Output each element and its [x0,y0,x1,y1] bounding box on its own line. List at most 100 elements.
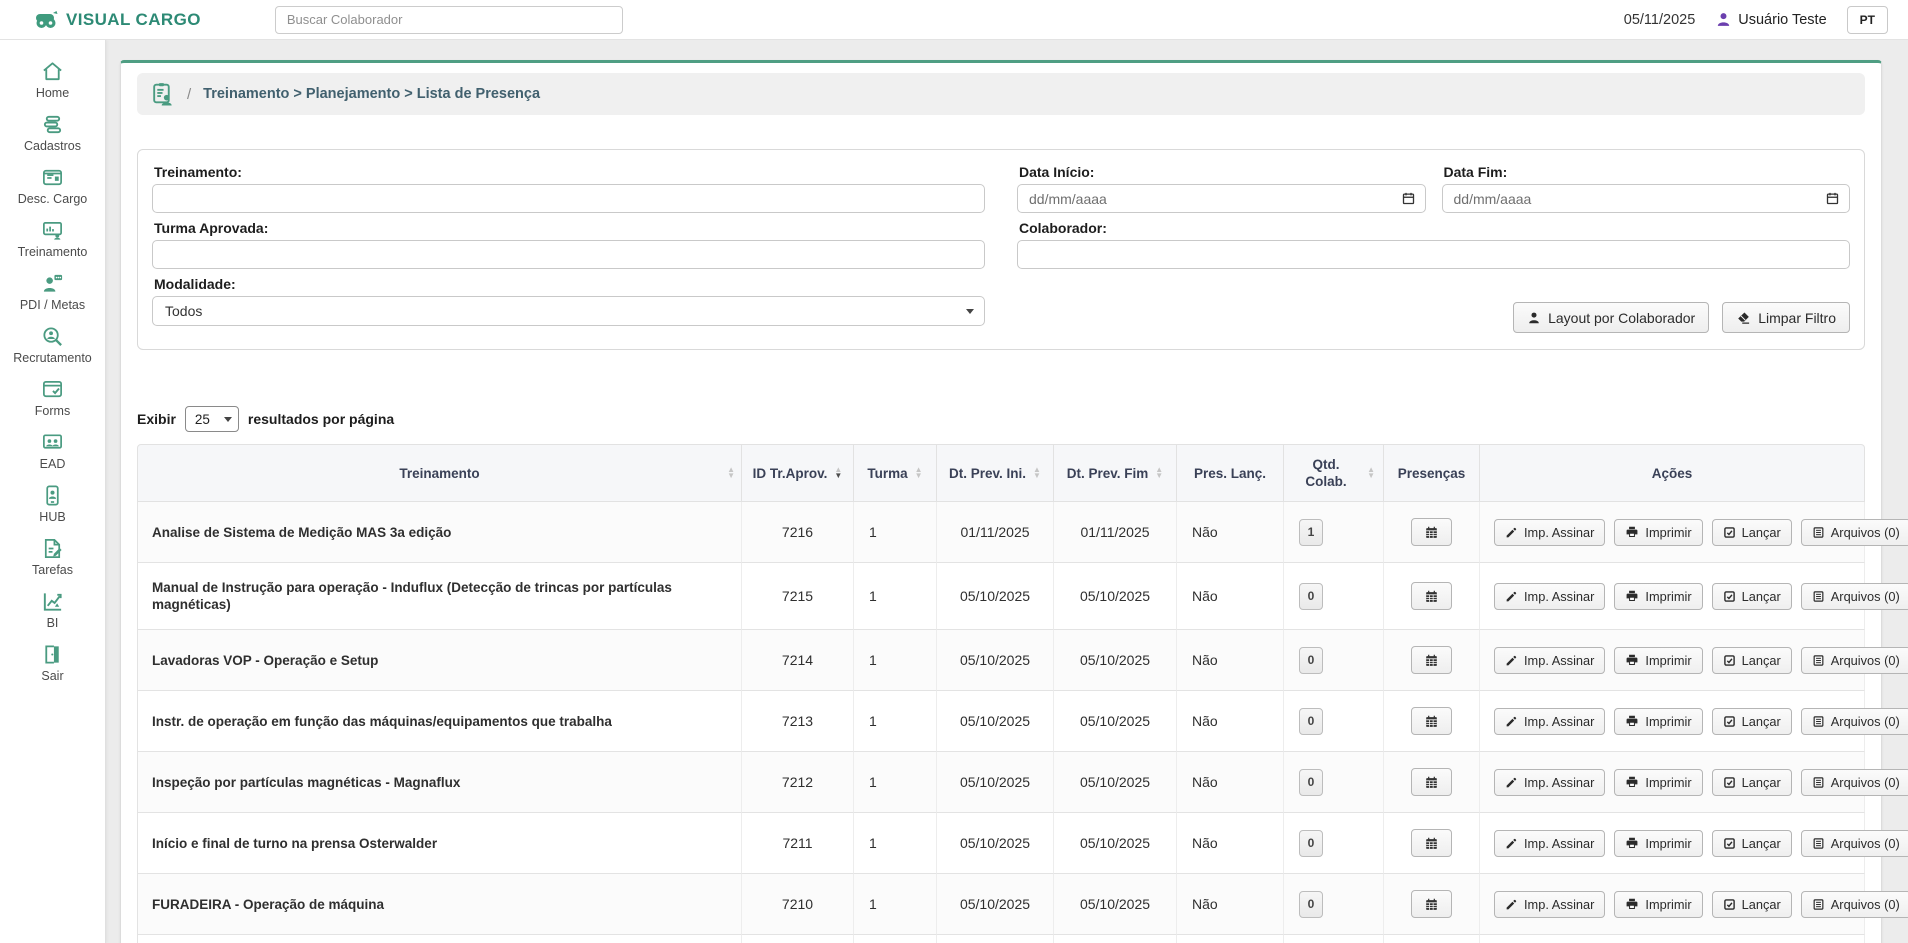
dt-prev-ini-text: 05/10/2025 [960,652,1030,668]
imprimir-button[interactable]: Imprimir [1614,583,1702,610]
lancar-button[interactable]: Lançar [1712,708,1792,735]
sidebar-item-label: BI [47,616,59,630]
imp-assinar-button[interactable]: Imp. Assinar [1494,891,1605,918]
col-header-label: Presenças [1398,465,1466,482]
col-header-id-tr-aprov[interactable]: ID Tr.Aprov.▲▼ [742,444,854,502]
sidebar-item-pdi-metas[interactable]: PDI / Metas [20,272,85,312]
treinamento-input[interactable] [152,184,985,213]
search-input[interactable] [275,6,623,34]
arquivos-button[interactable]: Arquivos (0) [1801,519,1908,546]
imprimir-button-label: Imprimir [1645,653,1691,668]
arquivos-button[interactable]: Arquivos (0) [1801,647,1908,674]
arquivos-button[interactable]: Arquivos (0) [1801,708,1908,735]
breadcrumb-text[interactable]: Treinamento > Planejamento > Lista de Pr… [203,86,540,102]
imp-assinar-button[interactable]: Imp. Assinar [1494,647,1605,674]
imp-assinar-button[interactable]: Imp. Assinar [1494,769,1605,796]
turma-aprovada-input[interactable] [152,240,985,269]
qtd-colab-badge[interactable]: 0 [1299,583,1323,610]
lancar-button[interactable]: Lançar [1712,891,1792,918]
qtd-colab-badge[interactable]: 1 [1299,519,1323,546]
lancar-button[interactable]: Lançar [1712,769,1792,796]
presencas-calendar-button[interactable] [1411,707,1452,735]
imprimir-button[interactable]: Imprimir [1614,647,1702,674]
sort-icon: ▲▼ [915,467,923,480]
imp-assinar-button[interactable]: Imp. Assinar [1494,583,1605,610]
sidebar-item-cadastros[interactable]: Cadastros [24,113,81,153]
lancar-button-label: Lançar [1742,897,1781,912]
imp-assinar-button[interactable]: Imp. Assinar [1494,830,1605,857]
imp-assinar-button[interactable]: Imp. Assinar [1494,519,1605,546]
col-header-treinamento[interactable]: Treinamento▲▼ [137,444,742,502]
col-header-qtd-colab[interactable]: Qtd. Colab.▲▼ [1284,444,1384,502]
pencil-icon [1505,715,1518,728]
imp-assinar-button-label: Imp. Assinar [1524,589,1594,604]
file-lines-icon [1812,837,1825,850]
limpar-filtro-button[interactable]: Limpar Filtro [1722,302,1850,333]
cell-presencas [1384,813,1480,874]
forms-icon [41,378,64,401]
data-inicio-label: Data Início: [1019,164,1426,180]
table-row: Início e final de turno na prensa Osterw… [137,813,1865,874]
qtd-colab-badge[interactable]: 0 [1299,708,1323,735]
presencas-calendar-button[interactable] [1411,829,1452,857]
sidebar-item-desc-cargo[interactable]: Desc. Cargo [18,166,87,206]
qtd-colab-badge[interactable]: 0 [1299,769,1323,796]
sidebar-item-treinamento[interactable]: Treinamento [18,219,88,259]
col-header-dt-prev-fim[interactable]: Dt. Prev. Fim▲▼ [1054,444,1177,502]
sidebar-item-sair[interactable]: Sair [41,643,64,683]
turma-aprovada-label: Turma Aprovada: [154,220,985,236]
presencas-calendar-button[interactable] [1411,890,1452,918]
imprimir-button[interactable]: Imprimir [1614,830,1702,857]
user-menu[interactable]: Usuário Teste [1715,11,1826,28]
imprimir-button[interactable]: Imprimir [1614,891,1702,918]
calendar-picker-icon[interactable] [1401,191,1416,206]
presencas-calendar-button[interactable] [1411,768,1452,796]
sidebar-item-forms[interactable]: Forms [35,378,70,418]
data-inicio-input[interactable]: dd/mm/aaaa [1017,184,1426,213]
sidebar-item-ead[interactable]: EAD [40,431,66,471]
language-button[interactable]: PT [1847,6,1888,34]
cell-dt-prev-fim: 05/10/2025 [1054,630,1177,691]
modalidade-select[interactable]: Todos [152,296,985,326]
qtd-colab-badge[interactable]: 0 [1299,891,1323,918]
arquivos-button[interactable]: Arquivos (0) [1801,891,1908,918]
presencas-calendar-button[interactable] [1411,518,1452,546]
sidebar-item-tarefas[interactable]: Tarefas [32,537,73,577]
arquivos-button[interactable]: Arquivos (0) [1801,583,1908,610]
calendar-picker-icon[interactable] [1825,191,1840,206]
calendar-icon [1424,653,1439,668]
calendar-icon [1424,589,1439,604]
page-size-select[interactable]: 25 [185,406,239,432]
colaborador-input[interactable] [1017,240,1850,269]
imprimir-button-label: Imprimir [1645,589,1691,604]
sidebar-item-home[interactable]: Home [36,60,69,100]
data-fim-input[interactable]: dd/mm/aaaa [1442,184,1851,213]
lancar-button[interactable]: Lançar [1712,519,1792,546]
imp-assinar-button-label: Imp. Assinar [1524,653,1594,668]
lancar-button[interactable]: Lançar [1712,647,1792,674]
arquivos-button[interactable]: Arquivos (0) [1801,769,1908,796]
qtd-colab-badge[interactable]: 0 [1299,830,1323,857]
imp-assinar-button[interactable]: Imp. Assinar [1494,708,1605,735]
cadastros-icon [41,113,64,136]
presencas-calendar-button[interactable] [1411,646,1452,674]
imprimir-button[interactable]: Imprimir [1614,708,1702,735]
lancar-button[interactable]: Lançar [1712,830,1792,857]
eraser-icon [1736,310,1751,325]
layout-por-colaborador-button[interactable]: Layout por Colaborador [1513,302,1709,333]
sidebar-item-hub[interactable]: HUB [39,484,65,524]
col-header-turma[interactable]: Turma▲▼ [854,444,937,502]
cell-acoes: Imp. AssinarImprimirLançarArquivos (0) [1480,752,1865,813]
arquivos-button[interactable]: Arquivos (0) [1801,830,1908,857]
app-logo[interactable]: VISUAL CARGO [34,9,201,31]
col-header-dt-prev-ini[interactable]: Dt. Prev. Ini.▲▼ [937,444,1054,502]
imprimir-button[interactable]: Imprimir [1614,519,1702,546]
presencas-calendar-button[interactable] [1411,582,1452,610]
topbar-right: 05/11/2025 Usuário Teste PT [1624,6,1888,34]
lancar-button[interactable]: Lançar [1712,583,1792,610]
imprimir-button[interactable]: Imprimir [1614,769,1702,796]
sidebar-item-recrutamento[interactable]: Recrutamento [13,325,92,365]
qtd-colab-badge[interactable]: 0 [1299,647,1323,674]
sidebar-item-bi[interactable]: BI [41,590,64,630]
cell-pres-lanc: Não [1177,563,1284,630]
